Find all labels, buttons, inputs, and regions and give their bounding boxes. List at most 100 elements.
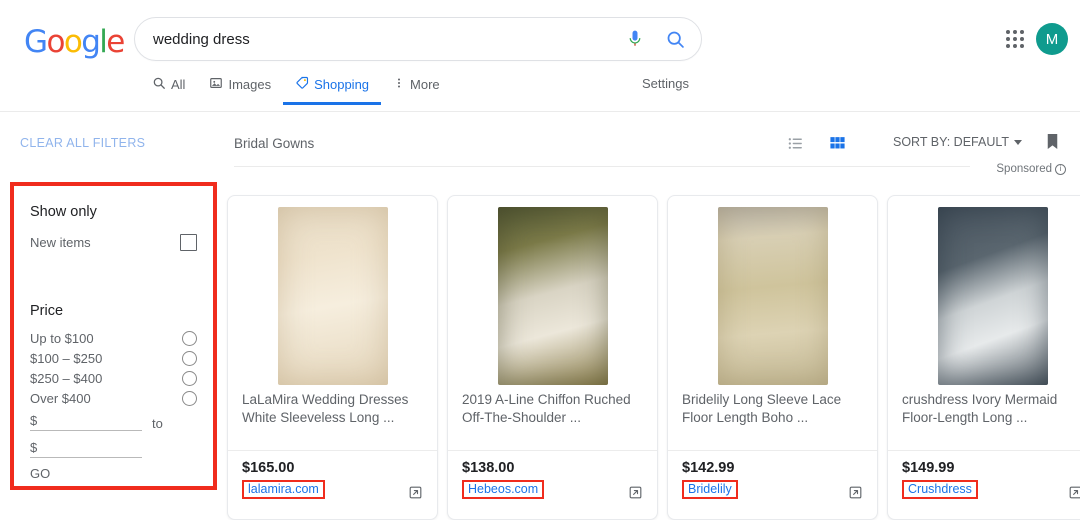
product-title[interactable]: Bridelily Long Sleeve Lace Floor Length … bbox=[668, 388, 877, 450]
product-image bbox=[277, 207, 388, 385]
tab-label: Shopping bbox=[314, 77, 370, 92]
product-card[interactable]: Bridelily Long Sleeve Lace Floor Length … bbox=[667, 195, 878, 520]
clear-all-filters-button[interactable]: CLEAR ALL FILTERS bbox=[20, 136, 145, 150]
product-title[interactable]: LaLaMira Wedding Dresses White Sleeveles… bbox=[228, 388, 437, 450]
search-icon bbox=[152, 76, 166, 93]
new-items-checkbox[interactable] bbox=[180, 234, 197, 251]
tab-shopping[interactable]: Shopping bbox=[283, 72, 382, 105]
price-min-field[interactable]: $ bbox=[30, 413, 142, 431]
google-shopping-page: Google M bbox=[0, 0, 1080, 520]
external-link-icon[interactable] bbox=[408, 485, 423, 505]
nav-tabs-bar: All Images Shopping More Settings bbox=[0, 72, 1080, 112]
price-go-button[interactable]: GO bbox=[30, 466, 197, 481]
filter-panel-highlight: Show only New items Price Up to $100 $10… bbox=[10, 182, 217, 490]
product-card[interactable]: crushdress Ivory Mermaid Floor-Length Lo… bbox=[887, 195, 1080, 520]
product-image bbox=[717, 207, 828, 385]
product-merchant-link[interactable]: Bridelily bbox=[682, 480, 738, 499]
custom-price-range: $ to $ GO bbox=[30, 413, 197, 481]
external-link-icon[interactable] bbox=[628, 485, 643, 505]
product-footer: $149.99 Crushdress bbox=[888, 450, 1080, 519]
product-title[interactable]: 2019 A-Line Chiffon Ruched Off-The-Shoul… bbox=[448, 388, 657, 450]
settings-link[interactable]: Settings bbox=[642, 76, 689, 91]
filter-option-label: New items bbox=[30, 235, 91, 250]
chevron-down-icon bbox=[1014, 139, 1023, 145]
filter-option-100-250[interactable]: $100 – $250 bbox=[30, 351, 197, 366]
filter-option-new-items[interactable]: New items bbox=[30, 234, 197, 251]
bookmark-icon[interactable] bbox=[1043, 131, 1062, 157]
google-logo[interactable]: Google bbox=[24, 24, 125, 60]
avatar[interactable]: M bbox=[1036, 23, 1068, 55]
sponsored-label: Sponsored i bbox=[996, 163, 1066, 175]
price-max-input[interactable] bbox=[40, 440, 135, 455]
product-image-wrap bbox=[888, 196, 1080, 388]
sort-by-label: SORT BY: DEFAULT bbox=[893, 135, 1010, 149]
logo-letter: G bbox=[24, 24, 48, 60]
active-tab-underline bbox=[283, 102, 382, 105]
filter-option-label: Up to $100 bbox=[30, 331, 94, 346]
product-title[interactable]: crushdress Ivory Mermaid Floor-Length Lo… bbox=[888, 388, 1080, 450]
currency-symbol: $ bbox=[30, 440, 38, 455]
info-icon[interactable]: i bbox=[1055, 163, 1066, 175]
product-merchant-link[interactable]: lalamira.com bbox=[242, 480, 325, 499]
nav-tabs: All Images Shopping More bbox=[140, 72, 452, 112]
filter-panel: Show only New items Price Up to $100 $10… bbox=[14, 186, 213, 486]
grid-view-icon[interactable] bbox=[828, 134, 846, 152]
price-radio-100-250[interactable] bbox=[182, 351, 197, 366]
toolbar-divider bbox=[234, 166, 970, 167]
list-view-icon[interactable] bbox=[786, 134, 804, 152]
sponsored-text: Sponsored bbox=[996, 163, 1052, 175]
view-mode-toggle bbox=[786, 134, 846, 152]
search-box[interactable] bbox=[134, 17, 702, 61]
product-price: $142.99 bbox=[682, 460, 735, 476]
logo-letter: o bbox=[63, 24, 83, 60]
logo-letter: o bbox=[46, 24, 65, 60]
product-card[interactable]: 2019 A-Line Chiffon Ruched Off-The-Shoul… bbox=[447, 195, 658, 520]
logo-letter: l bbox=[99, 24, 108, 60]
filter-option-up-to-100[interactable]: Up to $100 bbox=[30, 331, 197, 346]
filter-option-label: Over $400 bbox=[30, 391, 91, 406]
logo-letter: g bbox=[81, 24, 101, 60]
price-radio-up-to-100[interactable] bbox=[182, 331, 197, 346]
product-footer: $142.99 Bridelily bbox=[668, 450, 877, 519]
filter-option-250-400[interactable]: $250 – $400 bbox=[30, 371, 197, 386]
filter-option-label: $100 – $250 bbox=[30, 351, 103, 366]
tab-label: More bbox=[410, 77, 440, 92]
product-image-wrap bbox=[228, 196, 437, 388]
microphone-icon[interactable] bbox=[617, 21, 653, 57]
sort-by-dropdown[interactable]: SORT BY: DEFAULT bbox=[893, 135, 1023, 149]
product-image-wrap bbox=[668, 196, 877, 388]
product-footer: $165.00 lalamira.com bbox=[228, 450, 437, 519]
filter-option-over-400[interactable]: Over $400 bbox=[30, 391, 197, 406]
page-header: Google M bbox=[0, 0, 1080, 112]
tab-all[interactable]: All bbox=[140, 72, 197, 105]
product-merchant-link[interactable]: Hebeos.com bbox=[462, 480, 545, 499]
product-merchant-link[interactable]: Crushdress bbox=[902, 480, 978, 499]
product-price: $149.99 bbox=[902, 460, 955, 476]
product-price: $138.00 bbox=[462, 460, 515, 476]
price-radio-over-400[interactable] bbox=[182, 391, 197, 406]
price-radio-250-400[interactable] bbox=[182, 371, 197, 386]
currency-symbol: $ bbox=[30, 413, 38, 428]
product-card[interactable]: LaLaMira Wedding Dresses White Sleeveles… bbox=[227, 195, 438, 520]
price-max-field[interactable]: $ bbox=[30, 440, 142, 458]
show-only-heading: Show only bbox=[30, 204, 97, 220]
tab-more[interactable]: More bbox=[381, 72, 452, 105]
price-range-to-label: to bbox=[152, 416, 163, 431]
price-tag-icon bbox=[295, 76, 309, 93]
price-min-input[interactable] bbox=[40, 413, 135, 428]
tab-images[interactable]: Images bbox=[197, 72, 283, 105]
product-image bbox=[497, 207, 608, 385]
product-price: $165.00 bbox=[242, 460, 295, 476]
search-submit-icon[interactable] bbox=[653, 21, 697, 57]
price-heading: Price bbox=[30, 303, 64, 319]
search-input[interactable] bbox=[153, 30, 617, 48]
product-grid: LaLaMira Wedding Dresses White Sleeveles… bbox=[227, 195, 1080, 520]
apps-grid-icon[interactable] bbox=[1006, 30, 1026, 50]
external-link-icon[interactable] bbox=[848, 485, 863, 505]
logo-letter: e bbox=[106, 24, 125, 60]
image-icon bbox=[209, 76, 223, 93]
tab-label: Images bbox=[228, 77, 272, 92]
avatar-initial: M bbox=[1045, 30, 1059, 48]
external-link-icon[interactable] bbox=[1068, 485, 1080, 505]
product-image bbox=[937, 207, 1048, 385]
